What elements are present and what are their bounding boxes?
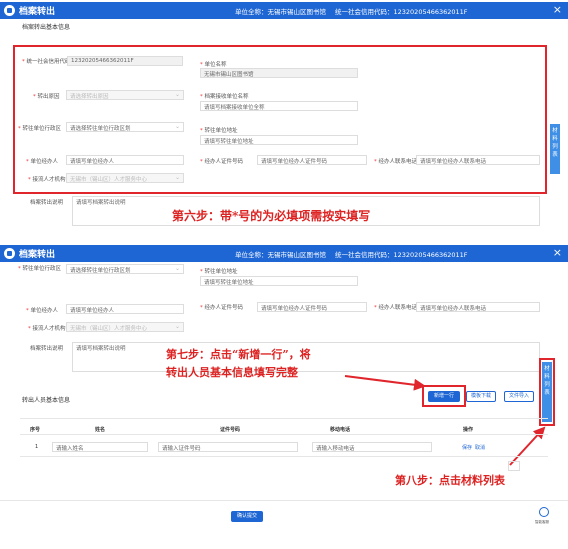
row-index: 1 [35, 444, 39, 450]
annotation-arrows [344, 375, 546, 466]
table-header-cell: 序号 [30, 427, 41, 433]
name-input[interactable]: 请输入姓名 [52, 442, 148, 452]
submit-button[interactable]: 确认提交 [231, 511, 263, 522]
divider [20, 418, 548, 419]
table-header-cell: 移动电话 [330, 427, 351, 433]
cancel-link[interactable]: 取消 [475, 444, 485, 451]
mobile-input[interactable]: 请输入移动电话 [312, 442, 432, 452]
pagination-box[interactable] [508, 461, 520, 471]
table-header-cell: 操作 [463, 427, 474, 433]
customer-service-label: 智能客服 [535, 520, 549, 524]
save-link[interactable]: 保存 [462, 444, 472, 451]
arrow-to-add-row [344, 375, 426, 391]
table-header-cell: 姓名 [95, 427, 106, 433]
divider [0, 500, 568, 501]
divider [20, 456, 548, 457]
id-number-input[interactable]: 请输入证件号码 [158, 442, 298, 452]
customer-service-icon[interactable] [539, 507, 549, 517]
divider [20, 434, 548, 435]
table-header-cell: 证件号码 [220, 427, 241, 433]
step8-instruction: 第八步：点击材料列表 [395, 474, 505, 487]
